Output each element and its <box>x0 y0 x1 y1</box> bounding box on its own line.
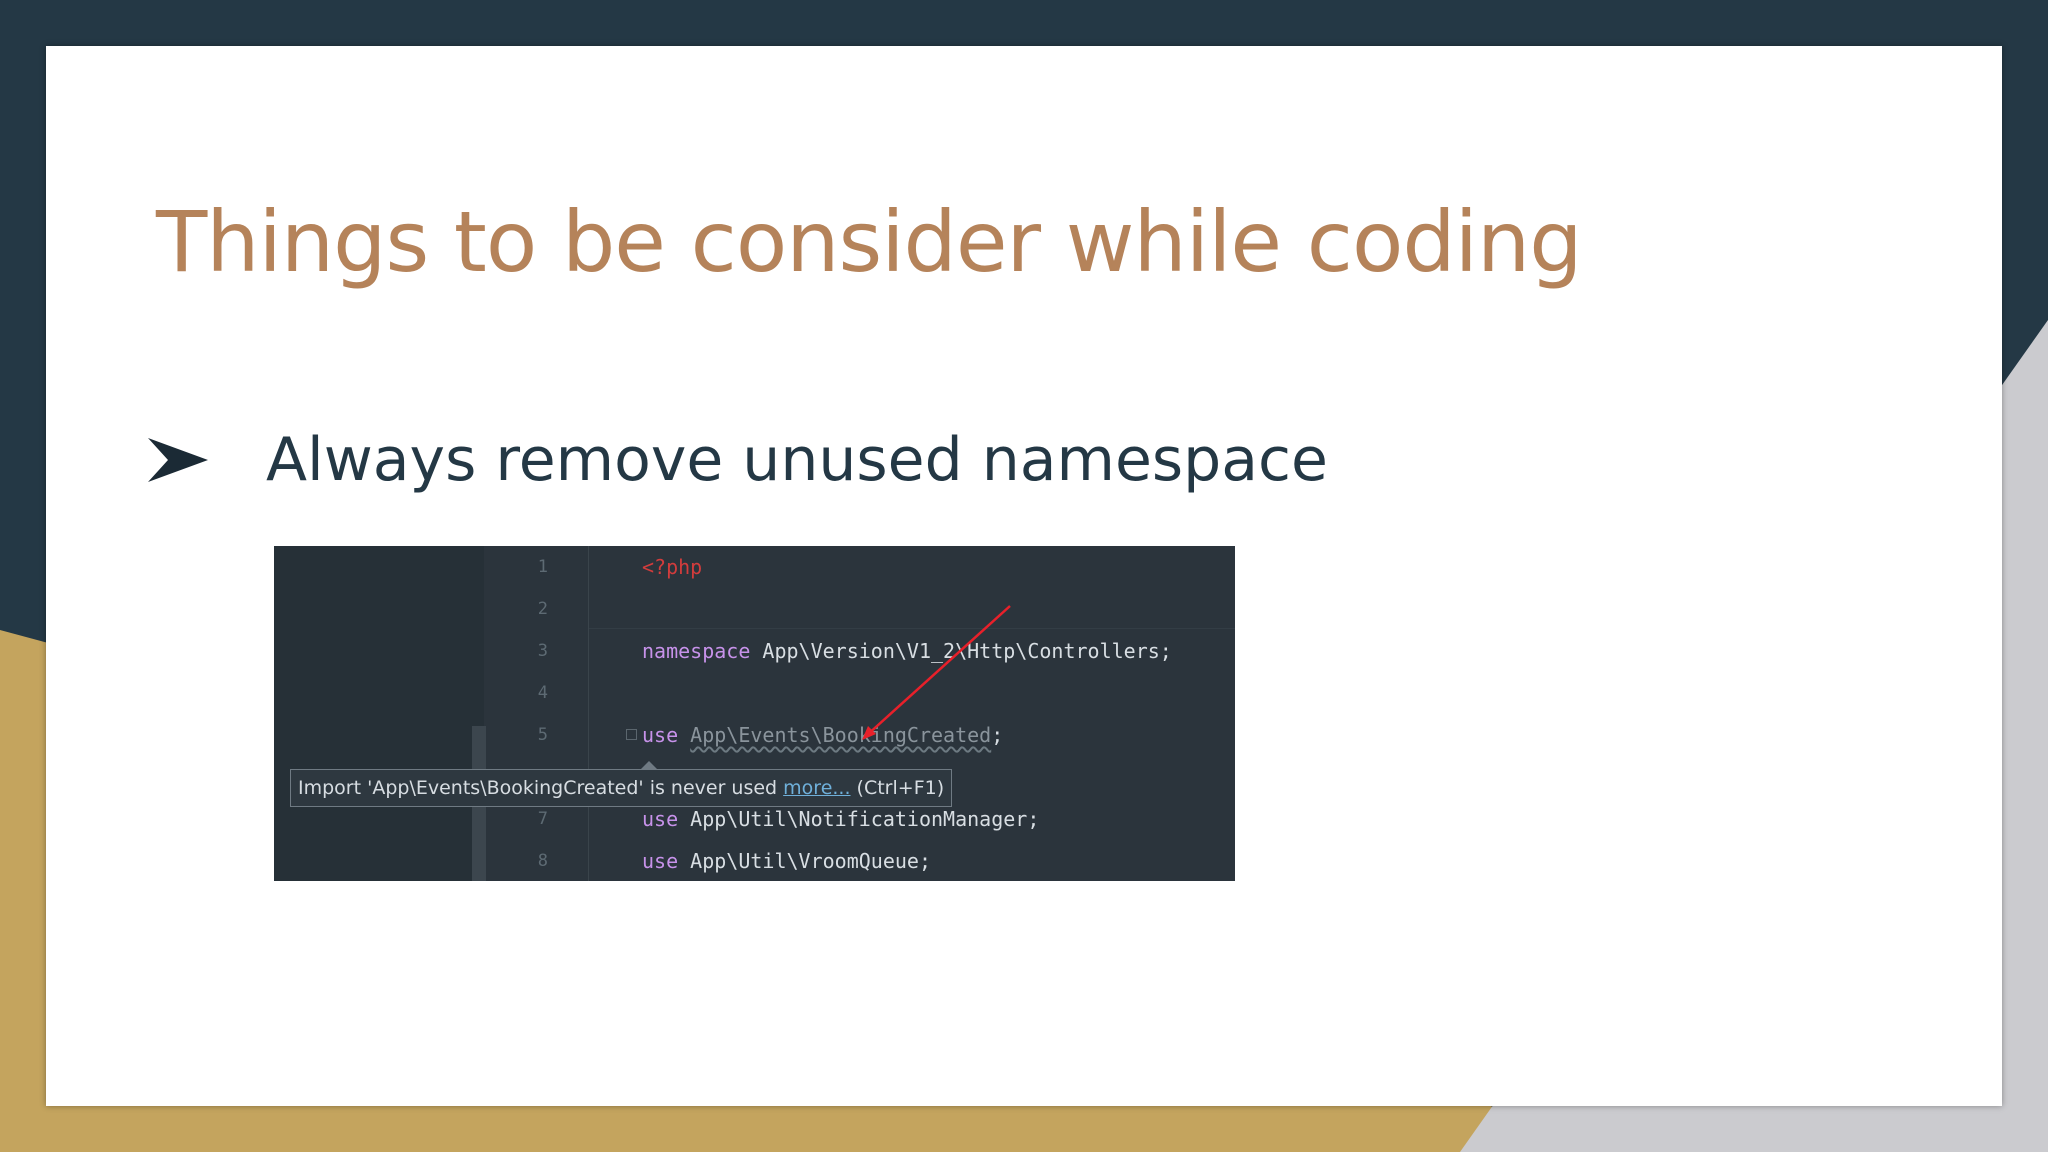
code-keyword: use <box>642 723 679 747</box>
code-token: App\Util\VroomQueue; <box>678 849 931 873</box>
tooltip-message: Import 'App\Events\BookingCreated' is ne… <box>298 777 784 799</box>
slide-title: Things to be consider while coding <box>156 193 1583 291</box>
code-keyword: namespace <box>642 639 751 663</box>
tooltip-shortcut: (Ctrl+F1) <box>850 777 945 799</box>
line-number: 5 <box>537 725 548 745</box>
code-token: <?php <box>642 555 703 579</box>
tooltip-more-link[interactable]: more... <box>783 777 850 799</box>
code-keyword: use <box>642 807 679 831</box>
code-line: 4 <box>274 672 1235 714</box>
code-line: 8 use App\Util\VroomQueue; <box>274 840 1235 881</box>
code-keyword: use <box>642 849 679 873</box>
code-token: App\Util\NotificationManager; <box>678 807 1040 831</box>
code-token: App\Version\V1_2\Http\Controllers; <box>750 639 1172 663</box>
arrowhead-icon <box>148 438 208 482</box>
code-text: use App\Events\BookingCreated; <box>642 714 1003 756</box>
line-number: 1 <box>537 557 548 577</box>
line-number: 3 <box>537 641 548 661</box>
line-number: 8 <box>537 851 548 871</box>
code-line: 2 <box>274 588 1235 630</box>
code-line: 1 <?php <box>274 546 1235 588</box>
bullet-text: Always remove unused namespace <box>266 425 1328 495</box>
code-text: namespace App\Version\V1_2\Http\Controll… <box>642 630 1172 672</box>
code-screenshot: 1 <?php 2 3 namespace App\Version\V1_2\Http\… <box>274 546 1235 881</box>
bullet-item: Always remove unused namespace <box>146 430 1328 490</box>
code-token: ; <box>991 723 1004 747</box>
code-line: 5 use App\Events\BookingCreated; <box>274 714 1235 756</box>
code-text: use App\Util\VroomQueue; <box>642 840 931 881</box>
unused-import: App\Events\BookingCreated <box>690 723 992 747</box>
fold-icon[interactable] <box>626 729 637 740</box>
code-line: 3 namespace App\Version\V1_2\Http\Control… <box>274 630 1235 672</box>
inspection-tooltip: Import 'App\Events\BookingCreated' is ne… <box>290 769 953 807</box>
code-text: <?php <box>642 546 702 588</box>
line-number: 2 <box>537 599 548 619</box>
line-number: 4 <box>537 683 548 703</box>
